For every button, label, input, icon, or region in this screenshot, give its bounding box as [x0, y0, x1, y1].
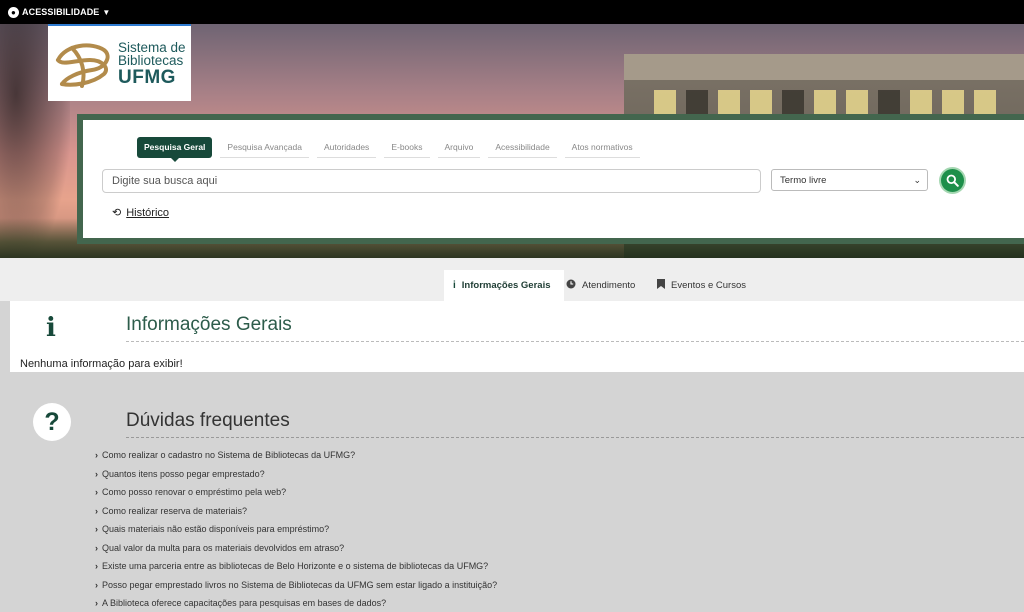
faq-section-title: Dúvidas frequentes [126, 410, 290, 431]
chevron-down-icon: ⌄ [913, 174, 921, 185]
tab-informacoes-gerais[interactable]: i Informações Gerais [444, 270, 564, 301]
faq-item-text: Qual valor da multa para os materiais de… [102, 542, 345, 553]
faq-item[interactable]: › Como realizar reserva de materiais? [95, 502, 497, 521]
tab-pesquisa-avancada[interactable]: Pesquisa Avançada [220, 137, 309, 158]
info-section: i Informações Gerais Nenhuma informação … [10, 301, 1024, 372]
info-large-icon: i [46, 313, 56, 343]
logo-line-1: Sistema de [118, 39, 186, 55]
tab-atendimento[interactable]: Atendimento [566, 270, 635, 301]
accessibility-label: ACESSIBILIDADE [22, 7, 100, 17]
faq-item[interactable]: › Existe uma parceria entre as biblioteca… [95, 557, 497, 576]
chevron-right-icon: › [95, 598, 98, 609]
faq-item-text: Como realizar reserva de materiais? [102, 505, 248, 516]
faq-item[interactable]: › Quais materiais não estão disponíveis p… [95, 520, 497, 539]
logo-line-2: Bibliotecas [118, 53, 184, 68]
search-field-select[interactable]: Termo livre ⌄ [771, 169, 928, 191]
bookmark-icon [657, 279, 665, 292]
tab-atos-normativos[interactable]: Atos normativos [564, 137, 640, 158]
tab-pesquisa-geral[interactable]: Pesquisa Geral [137, 137, 213, 162]
tab-autoridades[interactable]: Autoridades [316, 137, 377, 158]
faq-item-text: Posso pegar emprestado livros no Sistema… [102, 579, 498, 590]
faq-item[interactable]: › Como posso renovar o empréstimo pela we… [95, 483, 497, 502]
tab-acessibilidade[interactable]: Acessibilidade [488, 137, 557, 158]
search-field-selected-value: Termo livre [780, 174, 827, 186]
search-tabs: Pesquisa Geral Pesquisa Avançada Autorid… [137, 137, 640, 162]
chevron-right-icon: › [95, 579, 98, 590]
tab-eventos-e-cursos-label: Eventos e Cursos [671, 280, 746, 291]
search-panel: Pesquisa Geral Pesquisa Avançada Autorid… [77, 114, 1024, 244]
chevron-right-icon: › [95, 561, 98, 572]
search-icon [946, 174, 959, 187]
question-mark-icon: ? [33, 403, 71, 441]
search-button[interactable] [941, 169, 964, 192]
chevron-right-icon: › [95, 487, 98, 498]
logo-wordmark: Sistema de Bibliotecas UFMG [118, 39, 186, 88]
accessibility-menu-button[interactable]: ● ACESSIBILIDADE ▼ [8, 6, 111, 18]
chevron-right-icon: › [95, 505, 98, 516]
faq-item-text: Existe uma parceria entre as bibliotecas… [102, 561, 489, 572]
faq-item-text: Como realizar o cadastro no Sistema de B… [102, 450, 356, 461]
history-label: Histórico [126, 206, 170, 219]
info-title-divider [126, 341, 1024, 342]
accessibility-bar: ● ACESSIBILIDADE ▼ [0, 0, 1024, 24]
accessibility-person-icon: ● [8, 6, 19, 18]
faq-title-divider [126, 437, 1024, 438]
faq-list: › Como realizar o cadastro no Sistema de … [95, 446, 497, 612]
chevron-right-icon: › [95, 542, 98, 553]
tab-informacoes-gerais-label: Informações Gerais [461, 280, 551, 291]
faq-item-text: Quais materiais não estão disponíveis pa… [102, 524, 330, 535]
search-input[interactable] [102, 169, 761, 193]
chevron-right-icon: › [95, 524, 98, 535]
chevron-right-icon: › [95, 450, 98, 461]
chevron-right-icon: › [95, 468, 98, 479]
chevron-down-icon: ▼ [102, 7, 111, 17]
sistema-bibliotecas-logo[interactable]: Sistema de Bibliotecas UFMG [48, 24, 191, 101]
clock-icon [566, 279, 576, 292]
info-empty-message: Nenhuma informação para exibir! [20, 358, 183, 370]
faq-item-text: A Biblioteca oferece capacitações para p… [102, 598, 387, 609]
info-section-title: Informações Gerais [126, 314, 292, 335]
faq-item[interactable]: › A Biblioteca oferece capacitações para … [95, 594, 497, 612]
tab-eventos-e-cursos[interactable]: Eventos e Cursos [657, 270, 746, 301]
faq-item[interactable]: › Como realizar o cadastro no Sistema de … [95, 446, 497, 465]
info-icon: i [453, 280, 456, 291]
faq-item[interactable]: › Quantos itens posso pegar emprestado? [95, 465, 497, 484]
history-link[interactable]: ⟲ Histórico [112, 206, 170, 220]
faq-item-text: Como posso renovar o empréstimo pela web… [102, 487, 287, 498]
tab-e-books[interactable]: E-books [384, 137, 430, 158]
faq-item[interactable]: › Posso pegar emprestado livros no Sistem… [95, 576, 497, 595]
tab-arquivo[interactable]: Arquivo [437, 137, 481, 158]
history-icon: ⟲ [112, 207, 122, 219]
faq-item[interactable]: › Qual valor da multa para os materiais d… [95, 539, 497, 558]
tab-atendimento-label: Atendimento [582, 280, 636, 291]
faq-item-text: Quantos itens posso pegar emprestado? [102, 468, 265, 479]
knot-logo-icon [56, 42, 110, 88]
logo-line-3: UFMG [118, 66, 176, 88]
